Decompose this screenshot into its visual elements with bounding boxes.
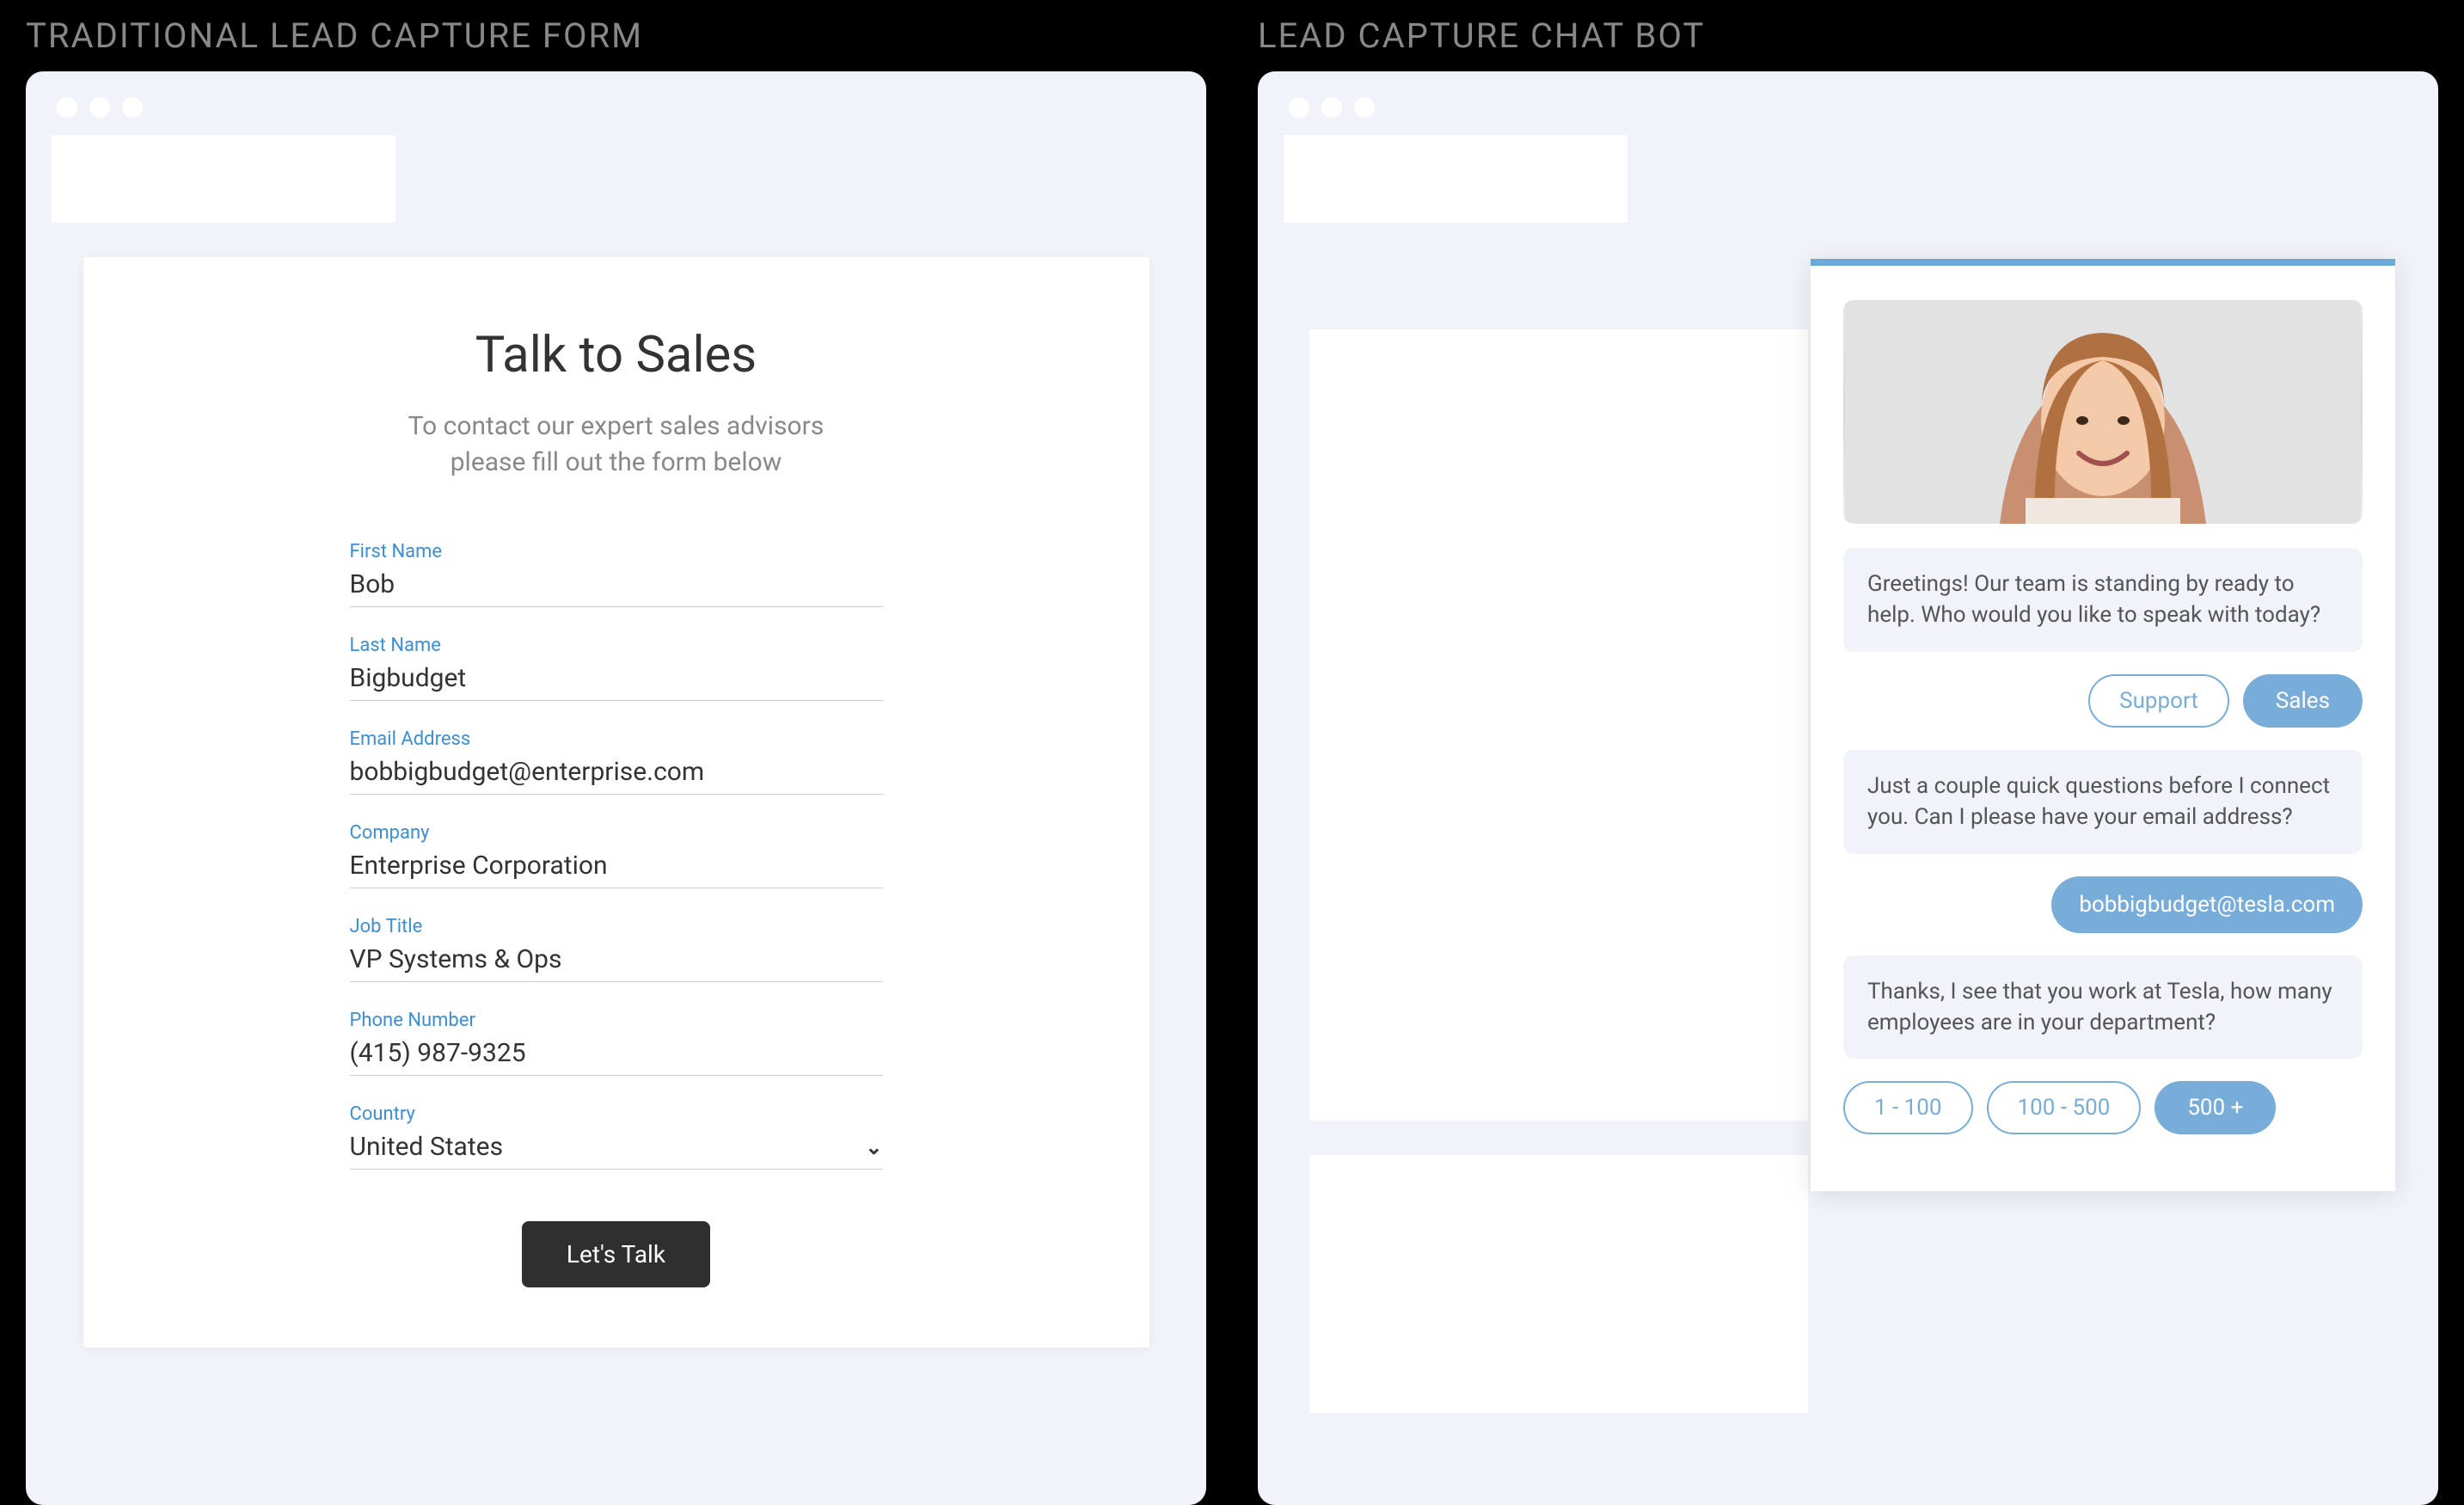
window-dot-icon <box>122 97 143 118</box>
chevron-down-icon: ⌄ <box>865 1135 882 1159</box>
bot-message-ask-email: Just a couple quick questions before I c… <box>1843 750 2363 854</box>
left-panel-title: TRADITIONAL LEAD CAPTURE FORM <box>26 0 1206 71</box>
intent-options: Support Sales <box>1843 674 2363 728</box>
right-panel: LEAD CAPTURE CHAT BOT <box>1258 0 2438 1505</box>
last-name-label: Last Name <box>350 635 883 656</box>
submit-button[interactable]: Let's Talk <box>522 1221 710 1287</box>
option-headcount-1-100[interactable]: 1 - 100 <box>1843 1081 1973 1134</box>
user-message-email: bobbigbudget@tesla.com <box>2051 876 2363 933</box>
option-sales[interactable]: Sales <box>2243 674 2363 728</box>
field-phone: Phone Number <box>350 1010 883 1076</box>
field-first-name: First Name <box>350 541 883 607</box>
form-fields: First Name Last Name Email Address Compa… <box>350 541 883 1287</box>
option-headcount-500-plus[interactable]: 500 + <box>2154 1081 2276 1134</box>
window-dot-icon <box>89 97 110 118</box>
phone-label: Phone Number <box>350 1010 883 1031</box>
field-job-title: Job Title <box>350 916 883 982</box>
form-subtitle-line2: please fill out the form below <box>451 447 782 477</box>
right-panel-title: LEAD CAPTURE CHAT BOT <box>1258 0 2438 71</box>
country-value: United States <box>350 1132 504 1162</box>
company-label: Company <box>350 822 883 844</box>
window-dot-icon <box>57 97 77 118</box>
form-title: Talk to Sales <box>169 326 1063 384</box>
job-title-input[interactable] <box>350 941 883 982</box>
left-browser-frame: Talk to Sales To contact our expert sale… <box>26 71 1206 1505</box>
logo-placeholder <box>52 135 395 223</box>
field-last-name: Last Name <box>350 635 883 701</box>
person-icon <box>1843 300 2363 524</box>
content-placeholder <box>1309 329 1808 1121</box>
field-email: Email Address <box>350 728 883 795</box>
agent-avatar <box>1843 300 2363 524</box>
logo-placeholder <box>1284 135 1627 223</box>
window-dot-icon <box>1289 97 1309 118</box>
window-dot-icon <box>1354 97 1375 118</box>
country-select[interactable]: United States ⌄ <box>350 1128 883 1170</box>
email-input[interactable] <box>350 753 883 795</box>
country-label: Country <box>350 1103 883 1125</box>
headcount-options: 1 - 100 100 - 500 500 + <box>1843 1081 2363 1134</box>
first-name-input[interactable] <box>350 566 883 607</box>
last-name-input[interactable] <box>350 660 883 701</box>
window-dot-icon <box>1321 97 1342 118</box>
job-title-label: Job Title <box>350 916 883 937</box>
first-name-label: First Name <box>350 541 883 562</box>
sales-form-card: Talk to Sales To contact our expert sale… <box>83 257 1149 1348</box>
field-company: Company <box>350 822 883 888</box>
right-browser-frame: Greetings! Our team is standing by ready… <box>1258 71 2438 1505</box>
form-subtitle: To contact our expert sales advisors ple… <box>169 408 1063 481</box>
field-country: Country United States ⌄ <box>350 1103 883 1170</box>
bot-message-ask-headcount: Thanks, I see that you work at Tesla, ho… <box>1843 955 2363 1060</box>
company-input[interactable] <box>350 847 883 888</box>
left-panel: TRADITIONAL LEAD CAPTURE FORM Talk to Sa… <box>26 0 1206 1505</box>
content-placeholder <box>1309 1155 1808 1413</box>
option-support[interactable]: Support <box>2088 674 2229 728</box>
email-label: Email Address <box>350 728 883 750</box>
window-controls <box>52 97 1180 118</box>
form-subtitle-line1: To contact our expert sales advisors <box>408 411 824 441</box>
chat-widget: Greetings! Our team is standing by ready… <box>1811 259 2395 1191</box>
bot-message-greeting: Greetings! Our team is standing by ready… <box>1843 548 2363 652</box>
option-headcount-100-500[interactable]: 100 - 500 <box>1987 1081 2142 1134</box>
window-controls <box>1284 97 2412 118</box>
phone-input[interactable] <box>350 1035 883 1076</box>
